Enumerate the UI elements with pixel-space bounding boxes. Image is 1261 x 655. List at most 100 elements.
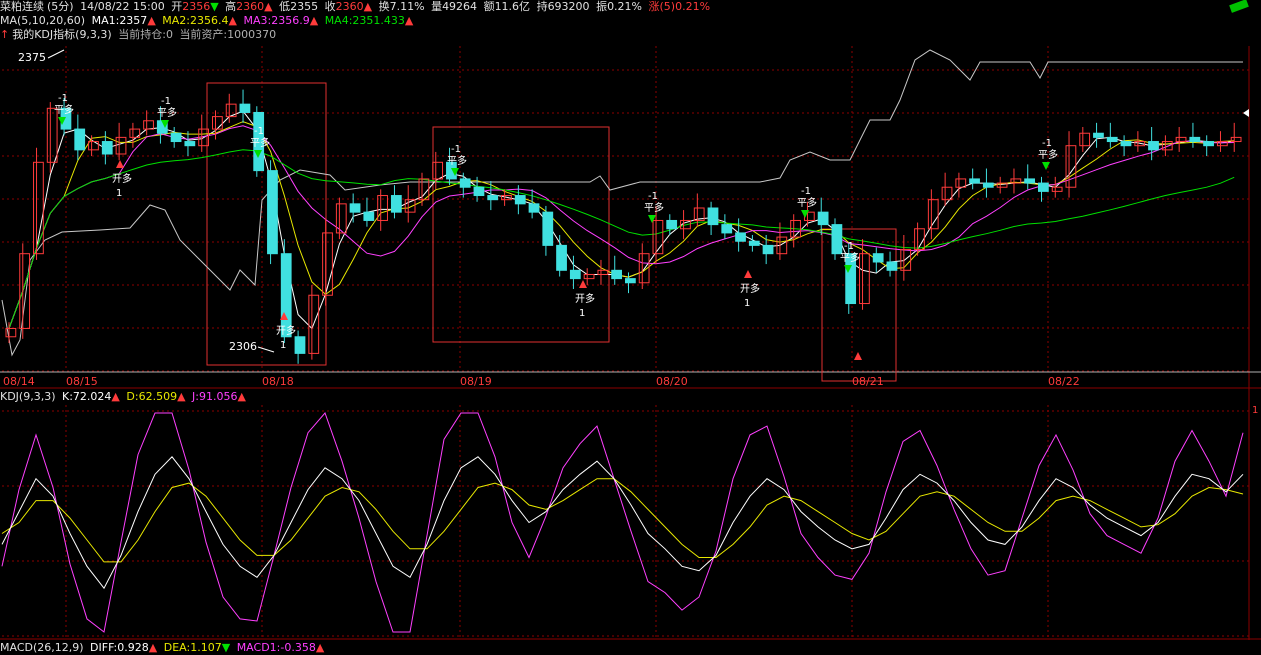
open-long-arrow-icon bbox=[116, 160, 124, 168]
low-price-label: 2306 bbox=[229, 340, 257, 353]
ma1-value: 2357 bbox=[119, 14, 148, 27]
close-long-label: 平多 bbox=[797, 196, 817, 209]
highlight-box bbox=[206, 82, 327, 366]
candle-body bbox=[969, 178, 980, 184]
asset-label: 当前资产: bbox=[179, 28, 228, 41]
signal-qty-minus: -1 bbox=[451, 144, 461, 155]
up-arrow-icon: ▲ bbox=[315, 641, 325, 654]
open-long-arrow-icon bbox=[854, 352, 862, 360]
candle-body bbox=[556, 244, 567, 271]
signal-qty-minus: -1 bbox=[58, 93, 68, 104]
candle-body bbox=[721, 224, 733, 234]
date-label: 08/20 bbox=[656, 375, 688, 388]
signal-qty-minus: -1 bbox=[801, 186, 811, 197]
change-value: 0.21% bbox=[675, 0, 711, 13]
ma4-line bbox=[8, 149, 1235, 329]
candle-body bbox=[1038, 182, 1049, 192]
ma3-value: 2356.9 bbox=[271, 14, 310, 27]
signal-qty-minus: -1 bbox=[161, 96, 171, 107]
position-label: 持 bbox=[536, 0, 548, 13]
candle-body bbox=[267, 170, 278, 255]
ma-legend: MA(5,10,20,60) MA1:2357▲ MA2:2356.4▲ MA3… bbox=[0, 14, 416, 28]
candlesticks bbox=[5, 89, 1242, 364]
k-value: 72.024 bbox=[72, 390, 112, 403]
close-long-label: 平多 bbox=[54, 103, 74, 116]
signal-qty: 1 bbox=[116, 188, 122, 199]
down-arrow-icon: ▼ bbox=[210, 0, 219, 13]
candle-body bbox=[1093, 132, 1104, 138]
open-long-label: 开多 bbox=[276, 324, 296, 337]
j-value: 91.056 bbox=[199, 390, 238, 403]
candle-body bbox=[349, 203, 361, 213]
hold-label: 当前持仓: bbox=[118, 28, 166, 41]
candle-body bbox=[748, 240, 760, 246]
amount-label: 额 bbox=[483, 0, 495, 13]
candle-body bbox=[569, 269, 581, 280]
close-long-label: 平多 bbox=[840, 251, 860, 264]
status-tag-icon bbox=[1229, 0, 1249, 13]
candle-body bbox=[982, 182, 994, 188]
close-long-label: 平多 bbox=[1038, 148, 1058, 161]
ma4-label: MA4: bbox=[324, 14, 353, 27]
open-long-label: 开多 bbox=[112, 172, 132, 185]
signal-qty-minus: -1 bbox=[1042, 138, 1052, 149]
kdj-lines bbox=[1, 412, 1244, 633]
date-label: 08/22 bbox=[1048, 375, 1080, 388]
candle-body bbox=[115, 136, 127, 155]
candle-body bbox=[1161, 141, 1173, 151]
candle-body bbox=[1148, 141, 1159, 151]
candle-body bbox=[184, 141, 196, 147]
up-arrow-icon: ▲ bbox=[404, 14, 414, 27]
candle-body bbox=[927, 199, 939, 230]
candle-body bbox=[542, 211, 554, 246]
candle-body bbox=[19, 253, 31, 329]
kdj-axis-top-label: 1 bbox=[1252, 405, 1258, 416]
chart-canvas: 平多-1开多1平多-1平多-1开多1平多-1开多1平多-1开多1平多-1平多-1… bbox=[0, 0, 1261, 640]
kdj-legend-title: KDJ(9,3,3) bbox=[0, 390, 56, 403]
candle-body bbox=[1079, 132, 1091, 147]
open-long-label: 开多 bbox=[575, 292, 595, 305]
close-long-arrow-icon bbox=[648, 215, 656, 223]
candle-body bbox=[831, 224, 843, 255]
up-arrow-icon: ▲ bbox=[363, 0, 373, 13]
dea-value: 1.107 bbox=[190, 641, 222, 654]
candle-body bbox=[1189, 136, 1201, 143]
up-arrow-icon: ↑ bbox=[0, 28, 10, 41]
signal-qty-minus: -1 bbox=[254, 126, 264, 137]
candle-body bbox=[390, 195, 402, 213]
high-label: 高 bbox=[225, 0, 237, 13]
candle-body bbox=[294, 336, 306, 354]
signal-qty: 1 bbox=[579, 308, 585, 319]
close-long-label: 平多 bbox=[157, 106, 177, 119]
candle-body bbox=[101, 141, 113, 155]
ma3-label: MA3: bbox=[243, 14, 272, 27]
candle-body bbox=[762, 244, 774, 255]
close-label: 收 bbox=[324, 0, 336, 13]
kdj-k-line bbox=[1, 456, 1244, 590]
candle-body bbox=[363, 211, 375, 221]
close-long-label: 平多 bbox=[250, 136, 270, 149]
up-arrow-icon: ▲ bbox=[228, 14, 237, 27]
signal-qty: 1 bbox=[280, 340, 286, 351]
high-price-pointer bbox=[47, 49, 65, 59]
instrument-name: 菜粕连续 bbox=[0, 0, 44, 13]
candle-body bbox=[1024, 178, 1035, 184]
asset-value: 1000370 bbox=[227, 28, 277, 41]
diff-label: DIFF: bbox=[90, 641, 118, 654]
up-arrow-icon: ▲ bbox=[177, 390, 186, 403]
candle-body bbox=[1051, 186, 1063, 192]
volume-value: 49264 bbox=[442, 0, 478, 13]
candle-body bbox=[886, 261, 898, 271]
candle-body bbox=[74, 128, 86, 151]
down-arrow-icon: ▼ bbox=[221, 641, 231, 654]
candle-body bbox=[817, 211, 829, 226]
candle-body bbox=[1120, 141, 1132, 147]
high-value: 2360 bbox=[236, 0, 265, 13]
diff-value: 0.928 bbox=[117, 641, 149, 654]
close-long-label: 平多 bbox=[644, 201, 664, 214]
low-price-pointer bbox=[257, 346, 275, 353]
open-long-label: 开多 bbox=[740, 282, 760, 295]
candle-body bbox=[473, 186, 485, 197]
volume-label: 量 bbox=[431, 0, 443, 13]
open-long-arrow-icon bbox=[744, 270, 752, 278]
